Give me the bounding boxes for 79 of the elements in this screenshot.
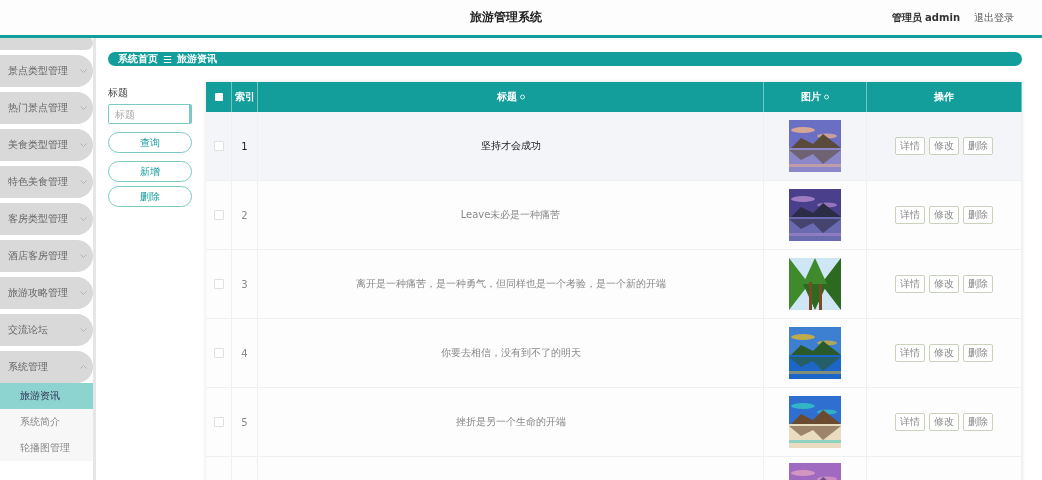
row-action-button[interactable]: 修改 [929,344,959,362]
submenu-item[interactable]: 轮播图管理 [0,435,93,461]
sidebar-item[interactable]: 系统管理 [0,351,93,383]
row-action-button[interactable]: 删除 [963,137,993,155]
sidebar-item-label: 美食类型管理 [8,138,68,152]
sidebar-item-label: 系统管理 [8,360,48,374]
sidebar-item-label: 热门景点管理 [8,101,68,115]
index-cell: 5 [241,416,248,428]
row-action-button[interactable]: 删除 [963,413,993,431]
user-label: 管理员 admin [891,10,960,25]
sidebar-item[interactable]: 美食类型管理 [0,129,93,161]
sidebar-item[interactable]: 特色美食管理 [0,166,93,198]
field-label: 标题 [108,86,129,100]
sidebar-item[interactable] [0,38,93,50]
logout-link[interactable]: 退出登录 [974,10,1014,25]
sidebar-item[interactable]: 旅游攻略管理 [0,277,93,309]
sidebar-item-label: 客房类型管理 [8,212,68,226]
title-cell: 坚持才会成功 [480,139,541,153]
row-checkbox[interactable] [213,348,224,358]
breadcrumb-link[interactable]: 系统首页 [118,52,158,66]
row-action-button[interactable]: 详情 [895,344,925,362]
search-field[interactable]: 标题 [108,104,192,124]
sidebar-item-label: 特色美食管理 [8,175,68,189]
row-action-button[interactable]: 修改 [929,275,959,293]
sort-icon[interactable] [824,94,829,100]
chevron-icon [80,291,87,295]
chevron-icon [80,254,87,258]
title-cell: 挫折是另一个生命的开端 [455,415,566,429]
breadcrumb-current: 旅游资讯 [176,52,217,66]
row-action-button[interactable]: 详情 [895,206,925,224]
row-checkbox[interactable] [213,417,224,427]
row-action-button[interactable]: 删除 [963,275,993,293]
chevron-icon [80,180,87,184]
sidebar-item-label: 旅游攻略管理 [8,286,68,300]
app-title: 旅游管理系统 [468,9,543,26]
title-cell: Leave未必是一种痛苦 [460,208,561,222]
row-action-button[interactable]: 修改 [929,206,959,224]
column-header: 操作 [934,90,954,104]
chevron-icon [80,365,87,369]
row-checkbox[interactable] [213,141,224,151]
sort-icon[interactable] [519,94,525,100]
action-button[interactable]: 新增 [108,161,192,182]
chevron-icon [80,328,87,332]
sidebar-item-label: 酒店客房管理 [8,249,68,263]
row-action-button[interactable]: 删除 [963,206,993,224]
chevron-icon [80,217,87,221]
row-checkbox[interactable] [213,210,224,220]
column-header[interactable]: 图片 [801,90,821,104]
chevron-icon [80,143,87,147]
sidebar-item[interactable]: 热门景点管理 [0,92,93,124]
row-action-button[interactable]: 修改 [929,137,959,155]
title-cell: 你要去相信，没有到不了的明天 [440,346,581,360]
sidebar-item[interactable]: 景点类型管理 [0,55,93,87]
index-cell: 4 [241,347,248,359]
separator-icon: ☰ [163,53,172,65]
row-action-button[interactable]: 修改 [929,413,959,431]
row-checkbox[interactable] [213,279,224,289]
submenu-item[interactable]: 旅游资讯 [0,383,93,409]
select-all-checkbox[interactable] [214,93,223,101]
action-button[interactable]: 查询 [108,132,192,153]
chevron-icon [80,69,87,73]
row-action-button[interactable]: 详情 [895,275,925,293]
row-action-button[interactable]: 删除 [963,344,993,362]
chevron-icon [80,106,87,110]
submenu-item[interactable]: 系统简介 [0,409,93,435]
index-cell: 2 [241,209,248,221]
sidebar-item[interactable]: 客房类型管理 [0,203,93,235]
sidebar-item-label: 景点类型管理 [8,64,68,78]
action-button[interactable]: 删除 [108,186,192,207]
row-action-button[interactable]: 详情 [895,413,925,431]
row-action-button[interactable]: 详情 [895,137,925,155]
column-header[interactable]: 标题 [496,90,517,104]
sidebar-item-label: 交流论坛 [8,323,48,337]
index-cell: 3 [241,278,248,290]
index-cell: 1 [241,140,248,152]
sidebar-item[interactable]: 交流论坛 [0,314,93,346]
title-cell: 离开是一种痛苦，是一种勇气，但同样也是一个考验，是一个新的开端 [355,277,666,291]
column-header: 索引 [234,90,255,104]
sidebar-item[interactable]: 酒店客房管理 [0,240,93,272]
